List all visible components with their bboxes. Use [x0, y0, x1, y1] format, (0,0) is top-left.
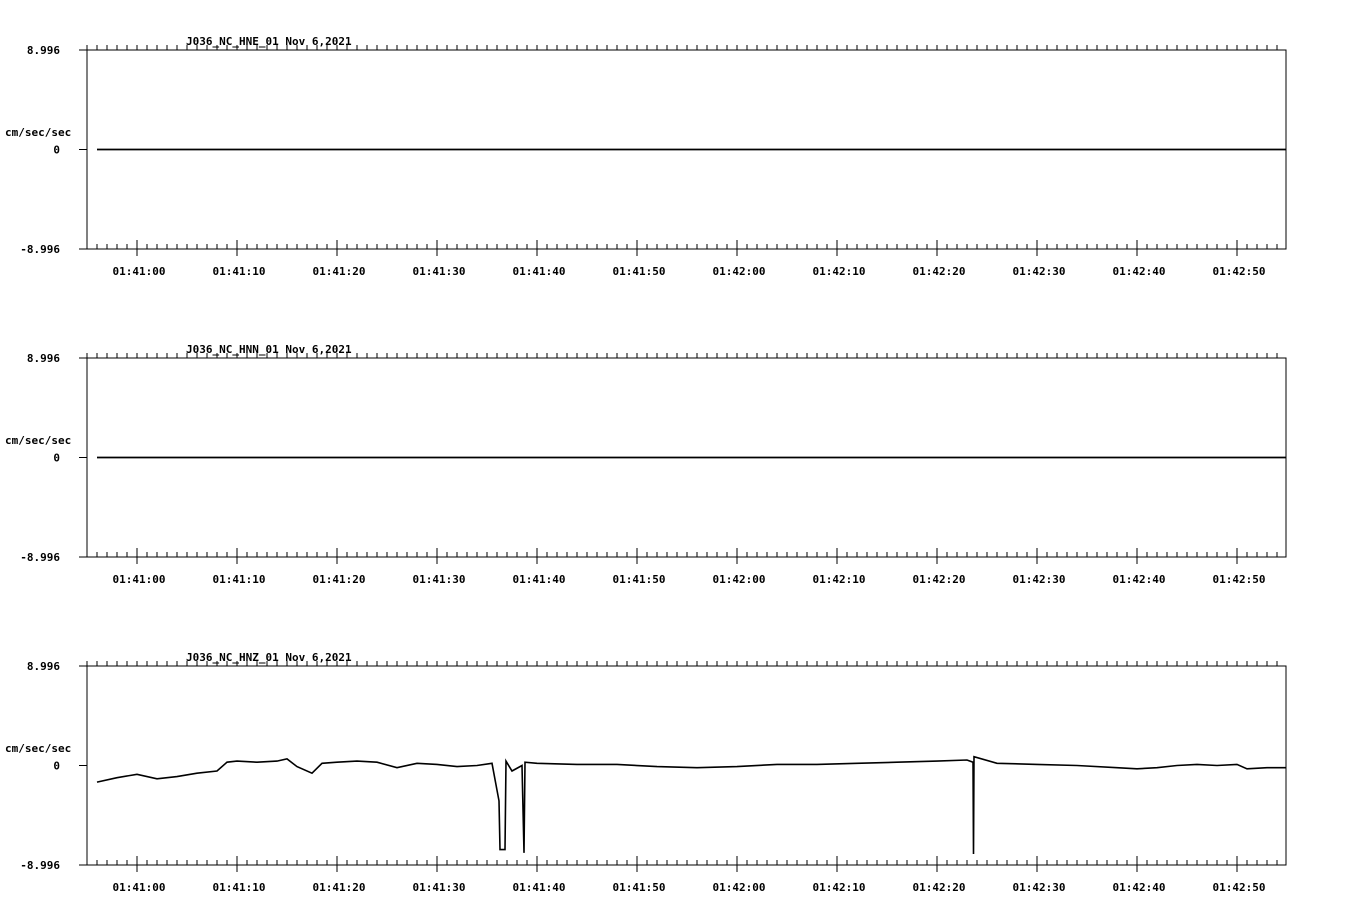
x-tick-label: 01:42:20 [913, 573, 966, 586]
chart-panel-1: J036_NC_HNE_01 Nov 6,2021cm/sec/sec8.996… [5, 35, 1287, 278]
x-tick-label: 01:42:30 [1013, 573, 1066, 586]
y-tick-label: 0 [53, 452, 60, 465]
x-tick-label: 01:42:40 [1113, 881, 1166, 894]
x-tick-label: 01:42:20 [913, 265, 966, 278]
y-tick-label: -8.996 [20, 243, 60, 256]
x-tick-label: 01:42:00 [713, 573, 766, 586]
x-tick-label: 01:42:00 [713, 265, 766, 278]
chart-panel-3: J036_NC_HNZ_01 Nov 6,2021cm/sec/sec8.996… [5, 651, 1287, 894]
x-tick-label: 01:41:00 [113, 265, 166, 278]
plot-frame [86, 665, 1287, 866]
y-axis-label: cm/sec/sec [5, 126, 71, 139]
x-tick-label: 01:41:30 [413, 881, 466, 894]
seismogram-figure: J036_NC_HNE_01 Nov 6,2021cm/sec/sec8.996… [5, 35, 1287, 894]
x-tick-label: 01:41:10 [213, 881, 266, 894]
x-tick-label: 01:41:50 [613, 573, 666, 586]
y-tick-label: 8.996 [27, 352, 60, 365]
waveform-line-1 [96, 755, 1286, 855]
x-tick-label: 01:41:20 [313, 881, 366, 894]
x-tick-label: 01:41:20 [313, 573, 366, 586]
x-tick-label: 01:42:20 [913, 881, 966, 894]
y-tick-label: -8.996 [20, 551, 60, 564]
x-tick-label: 01:41:40 [513, 265, 566, 278]
x-tick-label: 01:42:30 [1013, 265, 1066, 278]
y-axis-label: cm/sec/sec [5, 742, 71, 755]
x-tick-label: 01:41:50 [613, 265, 666, 278]
x-tick-label: 01:41:40 [513, 881, 566, 894]
x-tick-label: 01:41:00 [113, 573, 166, 586]
x-tick-label: 01:41:10 [213, 265, 266, 278]
x-tick-label: 01:41:50 [613, 881, 666, 894]
x-tick-label: 01:42:50 [1213, 265, 1266, 278]
x-tick-label: 01:41:00 [113, 881, 166, 894]
x-tick-label: 01:42:40 [1113, 265, 1166, 278]
x-tick-label: 01:41:30 [413, 573, 466, 586]
y-tick-label: 0 [53, 760, 60, 773]
y-tick-label: 0 [53, 144, 60, 157]
x-tick-label: 01:41:10 [213, 573, 266, 586]
x-tick-label: 01:42:10 [813, 881, 866, 894]
x-tick-label: 01:42:00 [713, 881, 766, 894]
x-tick-label: 01:42:50 [1213, 881, 1266, 894]
x-tick-label: 01:41:30 [413, 265, 466, 278]
x-tick-label: 01:42:10 [813, 265, 866, 278]
x-tick-label: 01:41:20 [313, 265, 366, 278]
x-tick-label: 01:42:10 [813, 573, 866, 586]
y-tick-label: 8.996 [27, 660, 60, 673]
y-axis-label: cm/sec/sec [5, 434, 71, 447]
x-tick-label: 01:42:40 [1113, 573, 1166, 586]
x-tick-label: 01:42:50 [1213, 573, 1266, 586]
y-tick-label: 8.996 [27, 44, 60, 57]
x-tick-label: 01:41:40 [513, 573, 566, 586]
chart-panel-2: J036_NC_HNN_01 Nov 6,2021cm/sec/sec8.996… [5, 343, 1287, 586]
x-tick-label: 01:42:30 [1013, 881, 1066, 894]
y-tick-label: -8.996 [20, 859, 60, 872]
